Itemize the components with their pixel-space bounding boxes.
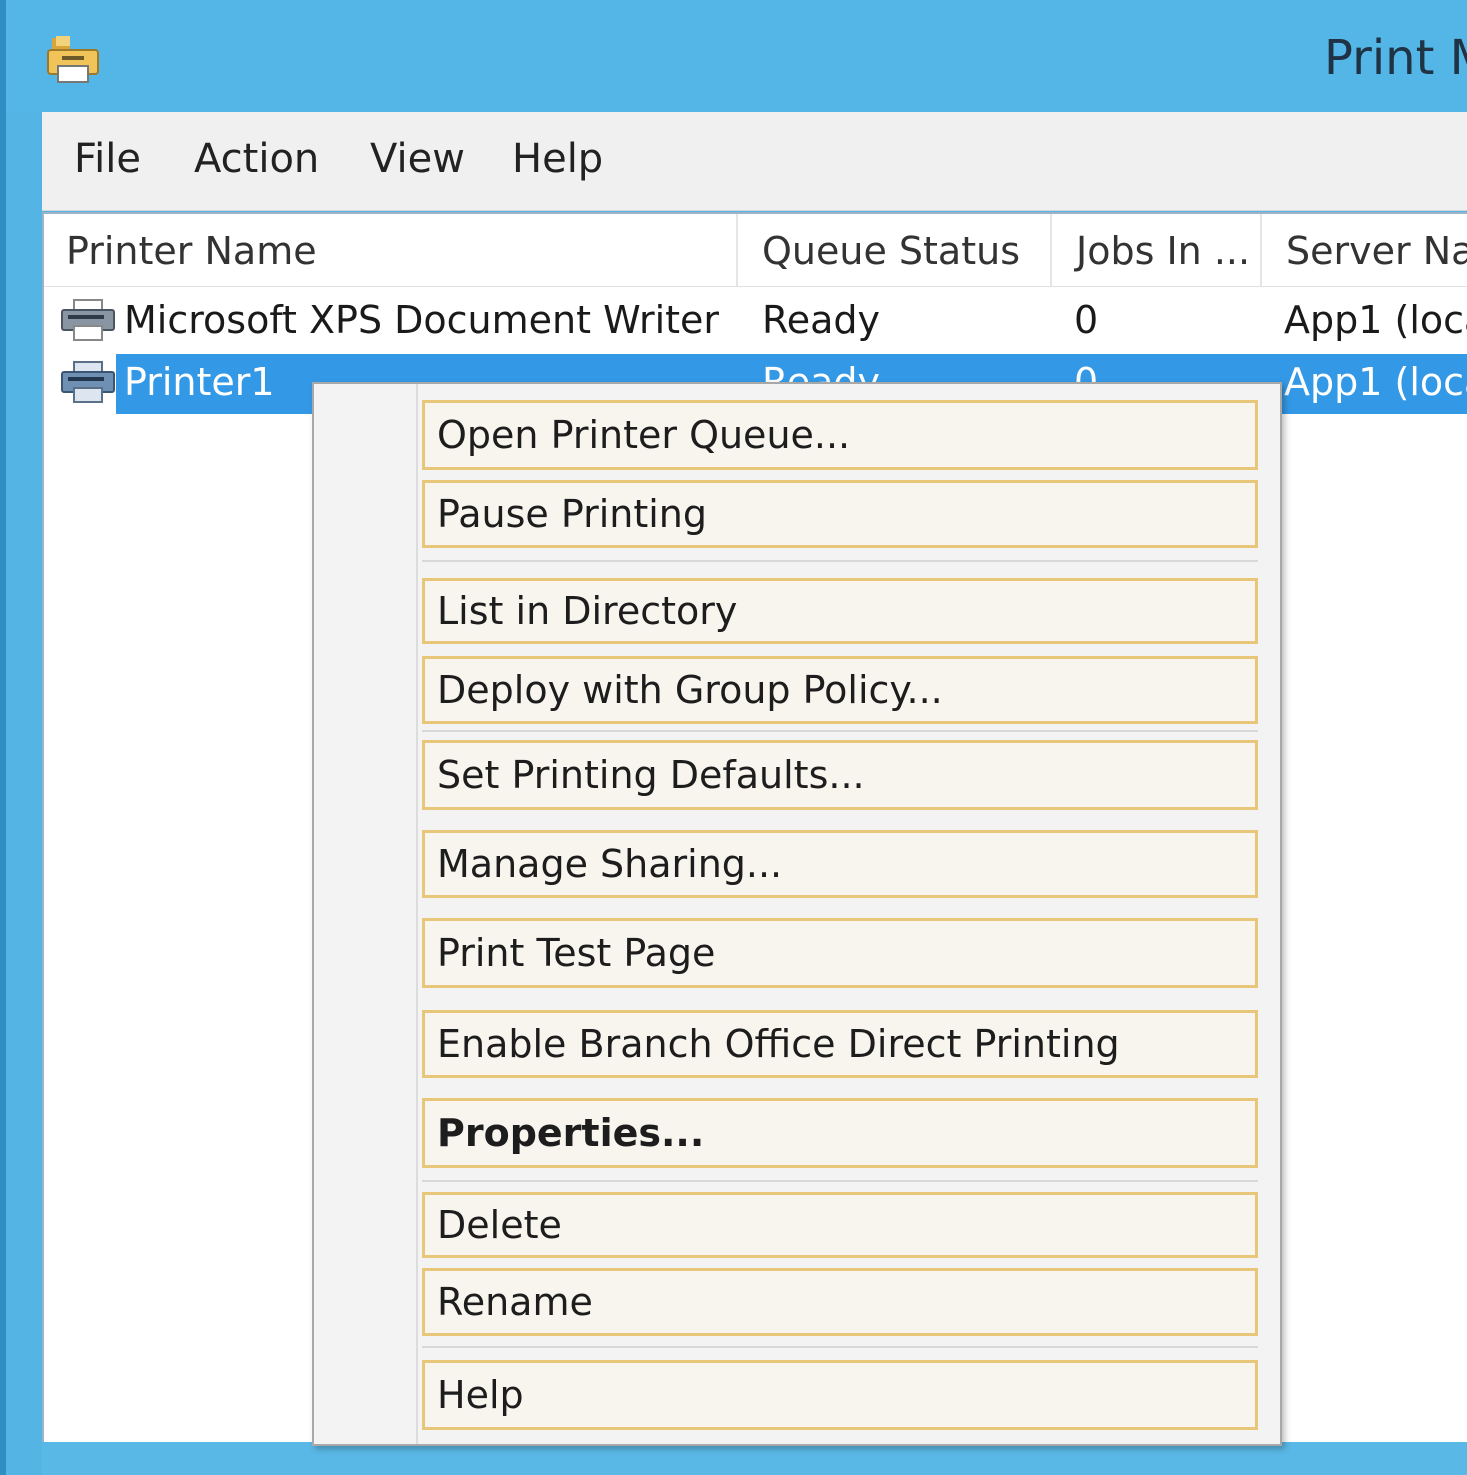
menu-item-deploy-with-group-policy[interactable]: Deploy with Group Policy... [422,656,1258,724]
menu-view[interactable]: View [370,136,465,182]
printer-name: Microsoft XPS Document Writer [124,298,720,342]
menu-item-print-test-page[interactable]: Print Test Page [422,918,1258,988]
menu-item-enable-branch-office-direct-printing[interactable]: Enable Branch Office Direct Printing [422,1010,1258,1078]
menu-help[interactable]: Help [512,136,603,182]
column-header-printer-name[interactable]: Printer Name [44,214,738,286]
column-header-server-name[interactable]: Server Nar [1264,214,1467,286]
context-menu: Open Printer Queue... Pause Printing Lis… [312,382,1282,1446]
menu-item-delete[interactable]: Delete [422,1192,1258,1258]
print-management-app-icon [47,36,99,83]
menu-item-manage-sharing[interactable]: Manage Sharing... [422,830,1258,898]
menu-item-rename[interactable]: Rename [422,1268,1258,1336]
printer-icon [61,299,115,341]
menu-bar: File Action View Help [42,112,1467,211]
menu-item-open-printer-queue[interactable]: Open Printer Queue... [422,400,1258,470]
queue-status: Ready [762,298,880,342]
context-menu-gutter [416,384,418,1444]
menu-separator [422,1346,1258,1348]
menu-separator [422,560,1258,562]
menu-item-pause-printing[interactable]: Pause Printing [422,480,1258,548]
menu-separator [422,730,1258,732]
jobs-in-queue: 0 [1074,298,1099,342]
menu-separator [422,1180,1258,1182]
menu-item-set-printing-defaults[interactable]: Set Printing Defaults... [422,740,1258,810]
menu-item-properties[interactable]: Properties... [422,1098,1258,1168]
table-row[interactable]: Microsoft XPS Document Writer Ready 0 Ap… [44,288,1467,352]
menu-item-list-in-directory[interactable]: List in Directory [422,578,1258,644]
title-bar[interactable]: Print M [6,0,1467,112]
column-header-jobs-in-queue[interactable]: Jobs In ... [1054,214,1262,286]
menu-file[interactable]: File [74,136,141,182]
printer-name: Printer1 [124,360,275,404]
window-title: Print M [1324,30,1467,86]
server-name: App1 (loca [1284,298,1467,342]
server-name: App1 (loca [1284,360,1467,404]
column-header-row: Printer Name Queue Status Jobs In ... Se… [44,214,1467,287]
menu-action[interactable]: Action [194,136,319,182]
printer-icon [61,361,115,403]
column-header-queue-status[interactable]: Queue Status [740,214,1052,286]
window-bottom-border [42,1442,1467,1475]
menu-item-help[interactable]: Help [422,1360,1258,1430]
